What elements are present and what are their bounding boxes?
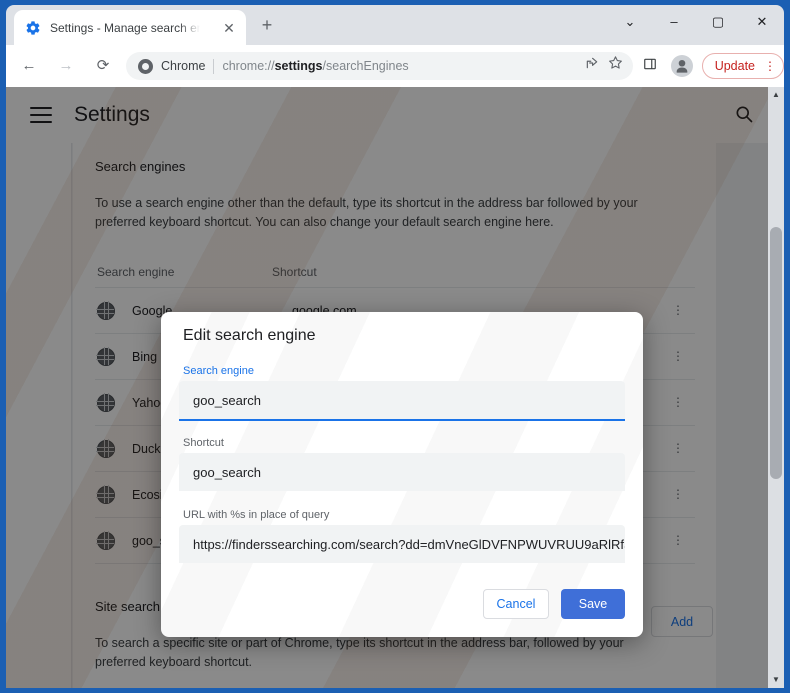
edit-search-engine-dialog: Edit search engine Search engine goo_sea… — [161, 312, 643, 637]
maximize-button[interactable]: ▢ — [696, 5, 740, 38]
settings-left-rail — [6, 143, 72, 688]
back-icon[interactable]: ← — [15, 52, 43, 80]
row-menu-icon[interactable]: ⋮ — [667, 488, 689, 500]
globe-icon — [96, 392, 115, 412]
save-button[interactable]: Save — [561, 589, 625, 619]
new-tab-button[interactable]: + — [256, 15, 278, 37]
omnibox-divider — [213, 58, 215, 74]
update-button[interactable]: Update ⋮ — [701, 53, 784, 79]
shortcut-input[interactable]: goo_search — [179, 453, 625, 491]
side-panel-icon[interactable] — [636, 52, 664, 80]
chrome-icon — [138, 58, 153, 74]
browser-menu-icon[interactable]: ⋮ — [761, 60, 779, 72]
description-text: To use a search engine other than the de… — [95, 196, 638, 229]
row-menu-icon[interactable]: ⋮ — [667, 396, 689, 408]
row-menu-icon[interactable]: ⋮ — [667, 304, 689, 316]
forward-icon: → — [58, 57, 74, 74]
close-icon[interactable]: ✕ — [221, 20, 237, 36]
section-title: Search engines — [95, 159, 186, 174]
dialog-actions: Cancel Save — [483, 589, 625, 619]
avatar[interactable] — [670, 55, 693, 77]
cancel-button[interactable]: Cancel — [483, 589, 549, 619]
address-bar[interactable]: Chrome chrome://settings/searchEngines — [126, 52, 633, 80]
scrollbar-thumb[interactable] — [770, 227, 782, 479]
scroll-up-icon[interactable]: ▲ — [768, 87, 784, 103]
globe-icon — [96, 530, 115, 550]
row-menu-icon[interactable]: ⋮ — [667, 534, 689, 546]
globe-icon — [96, 300, 115, 320]
scroll-down-icon[interactable]: ▼ — [768, 672, 784, 688]
update-label: Update — [714, 59, 755, 73]
column-header-shortcut: Shortcut — [272, 264, 317, 279]
url-input[interactable]: https://finderssearching.com/search?dd=d… — [179, 525, 625, 563]
row-menu-icon[interactable]: ⋮ — [667, 350, 689, 362]
url-label: URL with %s in place of query — [183, 509, 330, 521]
gear-icon — [25, 20, 41, 36]
globe-icon — [96, 346, 115, 366]
globe-icon — [96, 484, 115, 504]
row-menu-icon[interactable]: ⋮ — [667, 442, 689, 454]
close-window-button[interactable]: ✕ — [740, 5, 784, 38]
reload-icon[interactable]: ⟳ — [89, 52, 117, 80]
bookmark-star-icon[interactable] — [604, 54, 628, 78]
page-scrollbar[interactable]: ▲ ▼ — [768, 87, 784, 688]
search-engine-input-underline — [179, 419, 625, 421]
omnibox-scope-chip: Chrome — [161, 59, 206, 73]
column-header-name: Search engine — [97, 264, 175, 279]
hamburger-icon[interactable] — [30, 107, 52, 123]
share-icon[interactable] — [580, 54, 604, 78]
section-description: To search a specific site or part of Chr… — [95, 636, 624, 669]
url-path: /searchEngines — [322, 59, 409, 73]
search-engine-label: Search engine — [183, 365, 254, 377]
browser-toolbar: ← → ⟳ Chrome chrome://settings/searchEng… — [6, 45, 784, 87]
globe-icon — [96, 438, 115, 458]
list-header: Search engine Shortcut — [95, 256, 695, 288]
settings-header: Settings — [6, 87, 784, 143]
omnibox-actions — [580, 54, 633, 78]
browser-window: Settings - Manage search engine ✕ + ⌄ – … — [0, 0, 790, 693]
page-content: Settings Search engines To use a search … — [6, 87, 784, 688]
browser-tab[interactable]: Settings - Manage search engine ✕ — [14, 10, 246, 45]
omnibox-url: chrome://settings/searchEngines — [222, 59, 408, 73]
page-title: Settings — [74, 103, 150, 126]
search-engine-input[interactable]: goo_search — [179, 381, 625, 419]
add-site-search-button[interactable]: Add — [651, 606, 713, 637]
url-prefix: chrome:// — [222, 59, 275, 73]
chevron-down-icon[interactable]: ⌄ — [608, 5, 652, 38]
section-description: To use a search engine other than the de… — [95, 194, 681, 232]
search-icon[interactable] — [734, 104, 756, 126]
tab-strip: Settings - Manage search engine ✕ + ⌄ – … — [6, 5, 784, 45]
minimize-button[interactable]: – — [652, 5, 696, 38]
shortcut-label: Shortcut — [183, 437, 224, 449]
tab-title: Settings - Manage search engine — [50, 20, 200, 35]
url-host: settings — [274, 59, 323, 73]
dialog-title: Edit search engine — [183, 327, 316, 344]
